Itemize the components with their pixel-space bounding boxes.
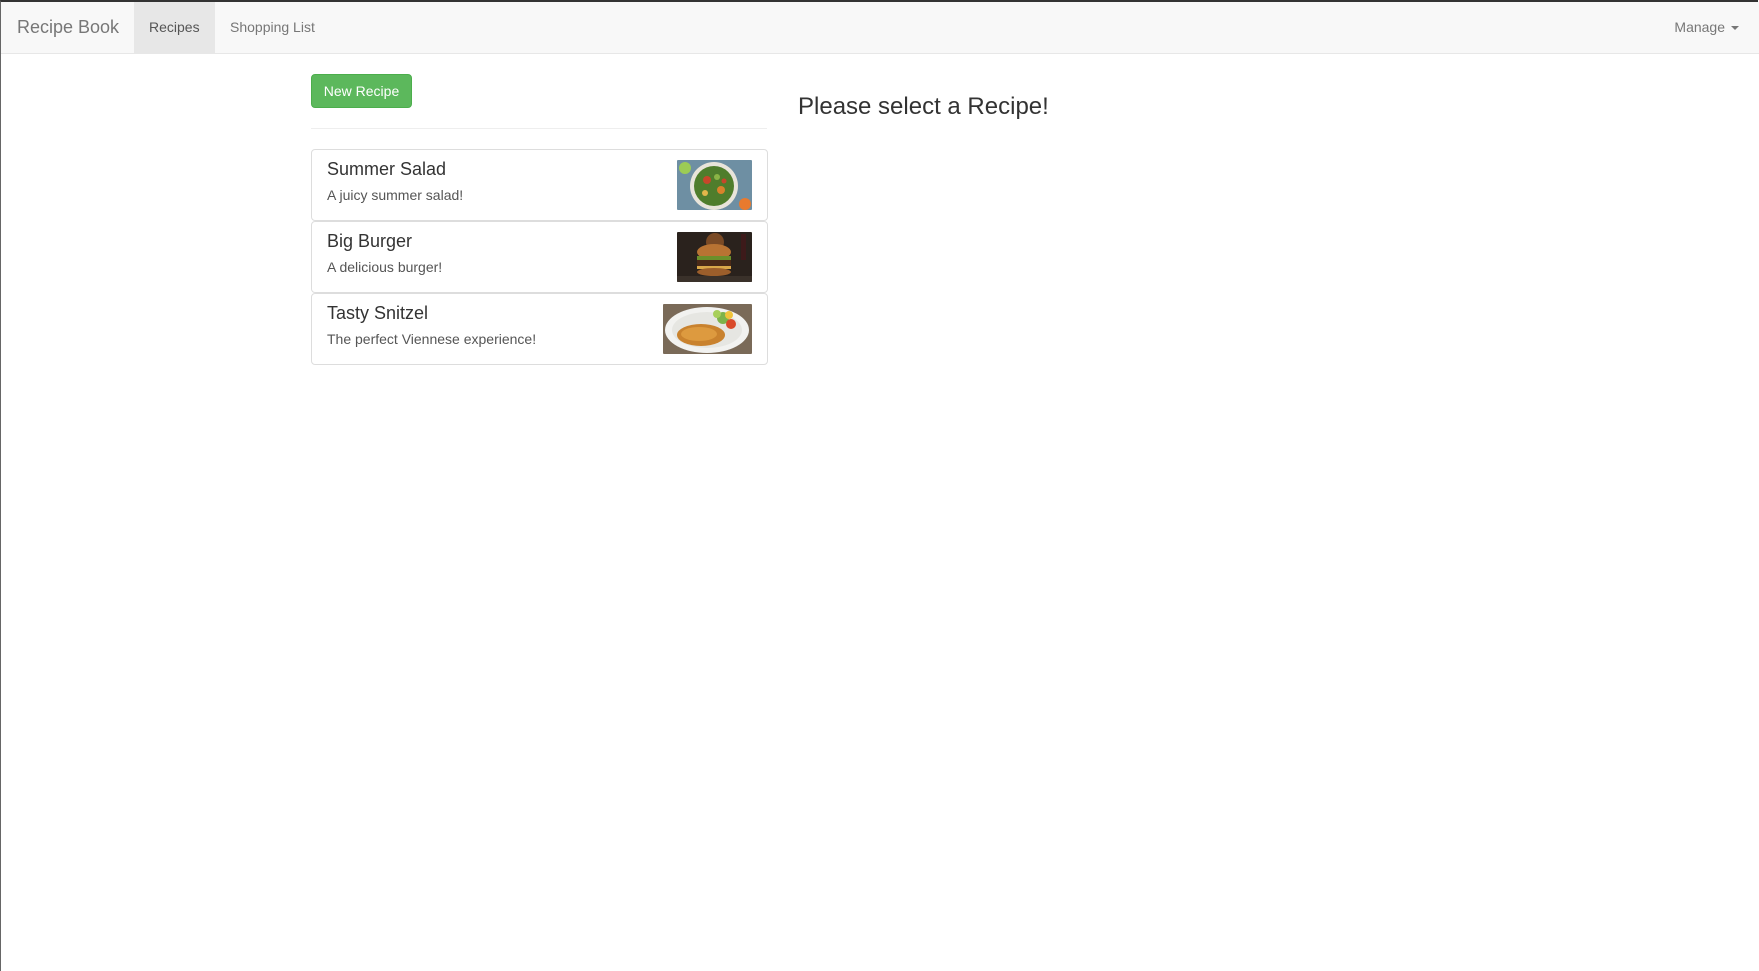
detail-placeholder: Please select a Recipe! (798, 93, 1049, 120)
recipe-description: The perfect Viennese experience! (327, 331, 537, 347)
recipe-item-big-burger[interactable]: Big Burger A delicious burger! (311, 221, 768, 293)
recipe-item-summer-salad[interactable]: Summer Salad A juicy summer salad! (311, 149, 768, 221)
recipe-item-tasty-snitzel[interactable]: Tasty Snitzel The perfect Viennese exper… (311, 293, 768, 365)
tab-recipes[interactable]: Recipes (134, 2, 215, 53)
app-frame (0, 0, 1758, 971)
manage-label: Manage (1674, 19, 1725, 35)
manage-dropdown[interactable]: Manage (1674, 2, 1739, 53)
caret-down-icon (1731, 26, 1739, 31)
recipe-description: A juicy summer salad! (327, 187, 464, 203)
recipe-name: Summer Salad (327, 159, 447, 179)
salad-photo (677, 160, 752, 210)
burger-photo (677, 232, 752, 282)
schnitzel-photo (663, 304, 752, 354)
recipe-list: Summer Salad A juicy summer salad! Big B… (311, 149, 768, 365)
new-recipe-button[interactable]: New Recipe (311, 74, 412, 108)
tab-shopping-list[interactable]: Shopping List (215, 2, 330, 53)
navbar: Recipe Book Recipes Shopping List Manage (1, 2, 1759, 54)
divider (311, 128, 767, 129)
recipe-description: A delicious burger! (327, 259, 443, 275)
brand-link[interactable]: Recipe Book (17, 2, 119, 53)
recipe-name: Tasty Snitzel (327, 303, 429, 323)
recipe-name: Big Burger (327, 231, 413, 251)
